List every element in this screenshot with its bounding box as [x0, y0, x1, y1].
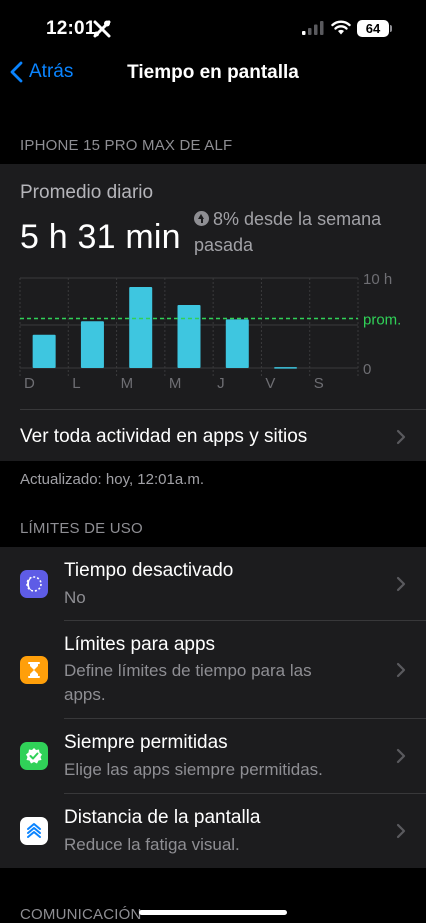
- hourglass-icon: [20, 656, 48, 684]
- status-bar: 12:01 64: [0, 0, 426, 56]
- daily-average-value: 5 h 31 min: [20, 218, 181, 256]
- chart-x-label: S: [314, 375, 324, 389]
- chart-bar: [274, 367, 298, 369]
- limits-card: Tiempo desactivado No Límites para apps …: [0, 547, 426, 868]
- chart-bar: [32, 334, 56, 368]
- always-allowed-title: Siempre permitidas: [64, 732, 228, 753]
- view-all-activity-label: Ver toda actividad en apps y sitios: [20, 425, 308, 447]
- chart-x-label: M: [169, 375, 182, 389]
- device-section-header: IPHONE 15 PRO MAX DE ALF: [20, 137, 233, 154]
- chevron-right-icon: [396, 429, 406, 444]
- chart-average-label: prom.: [363, 312, 401, 329]
- page-title: Tiempo en pantalla: [0, 62, 426, 84]
- arrow-up-circle-icon: [194, 211, 209, 226]
- trend-line2: pasada: [194, 235, 254, 255]
- app-limits-subtitle: Define límites de tiempo para las apps.: [64, 661, 312, 704]
- limits-section-header: LÍMITES DE USO: [20, 520, 143, 537]
- weekly-trend: 8% desde la semana pasada: [194, 206, 414, 258]
- home-indicator: [139, 910, 287, 915]
- list-item-app-limits[interactable]: Límites para apps Define límites de tiem…: [0, 621, 426, 719]
- chart-bar: [225, 319, 249, 368]
- downtime-icon: [20, 570, 48, 598]
- navigation-bar: Atrás Tiempo en pantalla: [0, 56, 426, 96]
- tools-icon: [93, 20, 111, 38]
- usage-chart[interactable]: prom. 10 h 0 D L M M J V S: [0, 264, 426, 389]
- trend-line1: 8% desde la semana: [213, 209, 382, 229]
- view-all-activity-link[interactable]: Ver toda actividad en apps y sitios: [20, 409, 426, 463]
- chart-x-label: L: [72, 375, 80, 389]
- chevron-right-icon: [396, 823, 406, 839]
- page-title-text: Tiempo en pantalla: [127, 62, 299, 83]
- chart-x-label: D: [24, 375, 35, 389]
- battery-tip: [390, 25, 392, 32]
- screen-distance-subtitle: Reduce la fatiga visual.: [64, 835, 240, 854]
- chart-bar: [177, 305, 201, 368]
- list-item-screen-distance[interactable]: Distancia de la pantalla Reduce la fatig…: [0, 794, 426, 868]
- chart-bar: [80, 321, 104, 368]
- battery-indicator: 64: [357, 20, 389, 37]
- chevron-right-icon: [396, 662, 406, 678]
- chart-x-label: J: [217, 375, 225, 389]
- list-item-always-allowed[interactable]: Siempre permitidas Elige las apps siempr…: [0, 719, 426, 794]
- cellular-signal-icon: [302, 21, 324, 35]
- chart-x-label: M: [121, 375, 134, 389]
- updated-timestamp: Actualizado: hoy, 12:01a.m.: [20, 471, 204, 488]
- status-time: 12:01: [46, 18, 96, 39]
- communication-section-header: COMUNICACIÓN: [20, 906, 142, 923]
- chevron-right-icon: [396, 748, 406, 764]
- downtime-subtitle: No: [64, 588, 86, 607]
- daily-average-card: Promedio diario 5 h 31 min 8% desde la s…: [0, 164, 426, 461]
- always-allowed-subtitle: Elige las apps siempre permitidas.: [64, 760, 323, 779]
- chart-x-label: V: [265, 375, 275, 389]
- chart-tick-label: 0: [363, 361, 371, 378]
- screen-distance-title: Distancia de la pantalla: [64, 807, 261, 828]
- chart-bar: [129, 287, 153, 368]
- chevrons-up-icon: [20, 817, 48, 845]
- checkmark-badge-icon: [20, 742, 48, 770]
- wifi-icon: [331, 20, 351, 35]
- app-limits-title: Límites para apps: [64, 634, 216, 655]
- chart-tick-label: 10 h: [363, 271, 392, 288]
- chevron-right-icon: [396, 576, 406, 592]
- downtime-title: Tiempo desactivado: [64, 560, 234, 581]
- daily-average-label: Promedio diario: [20, 182, 154, 203]
- list-item-downtime[interactable]: Tiempo desactivado No: [0, 547, 426, 621]
